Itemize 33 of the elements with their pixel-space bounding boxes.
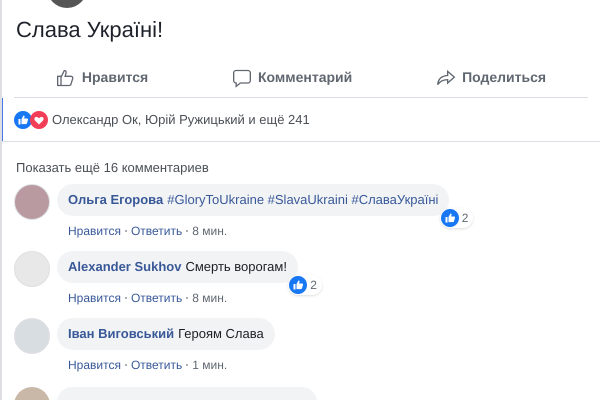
avatar [14,318,50,354]
avatar [14,184,50,220]
share-arrow-icon [436,68,456,88]
comment-action-link[interactable]: Ответить [130,222,182,240]
comment-action-link[interactable]: Нравится [68,289,121,307]
like-reaction-icon [440,209,459,227]
like-reaction-icon [14,110,32,128]
author-name[interactable]: Іван Виговський [68,324,174,344]
comment-action-link[interactable]: Ответить [130,289,182,307]
timestamp[interactable]: 8 мин. [192,222,228,240]
heart-reaction-icon [30,110,48,128]
thumbs-up-icon [56,68,76,88]
timestamp[interactable]: 8 мин. [192,289,228,307]
author-name[interactable]: Alexander Sukhov [68,257,182,277]
share-button[interactable]: Поделиться [430,62,552,94]
comment-text: Героям Слава [178,325,264,344]
avatar [14,251,50,287]
like-reaction-icon [289,276,308,294]
show-more-comments-link[interactable]: Показать ещё 16 комментариев [16,160,209,175]
speech-bubble-icon [232,68,252,88]
comment-text: Смерть ворогам! [185,258,287,276]
comment-button[interactable]: Комментарий [226,62,358,94]
like-count-badge[interactable]: 2 [288,275,322,295]
comment-action-link[interactable]: Ответить [130,356,182,374]
comment-action-link[interactable]: Нравится [68,356,121,374]
comment-action-link[interactable]: Нравится [68,222,121,240]
author-name[interactable]: Ольга Егорова [68,190,164,210]
hashtags[interactable]: #GloryToUkraine #SlavaUkraini #СлаваУкраїні [167,190,438,210]
timestamp[interactable]: 1 мин. [192,356,228,374]
like-button[interactable]: Нравится [50,62,154,94]
reactions-summary[interactable]: Олександр Ок, Юрій Ружицький и ещё 241 [52,110,310,130]
post-text: Слава Україні! [16,16,164,44]
like-count-badge[interactable]: 2 [440,208,474,228]
